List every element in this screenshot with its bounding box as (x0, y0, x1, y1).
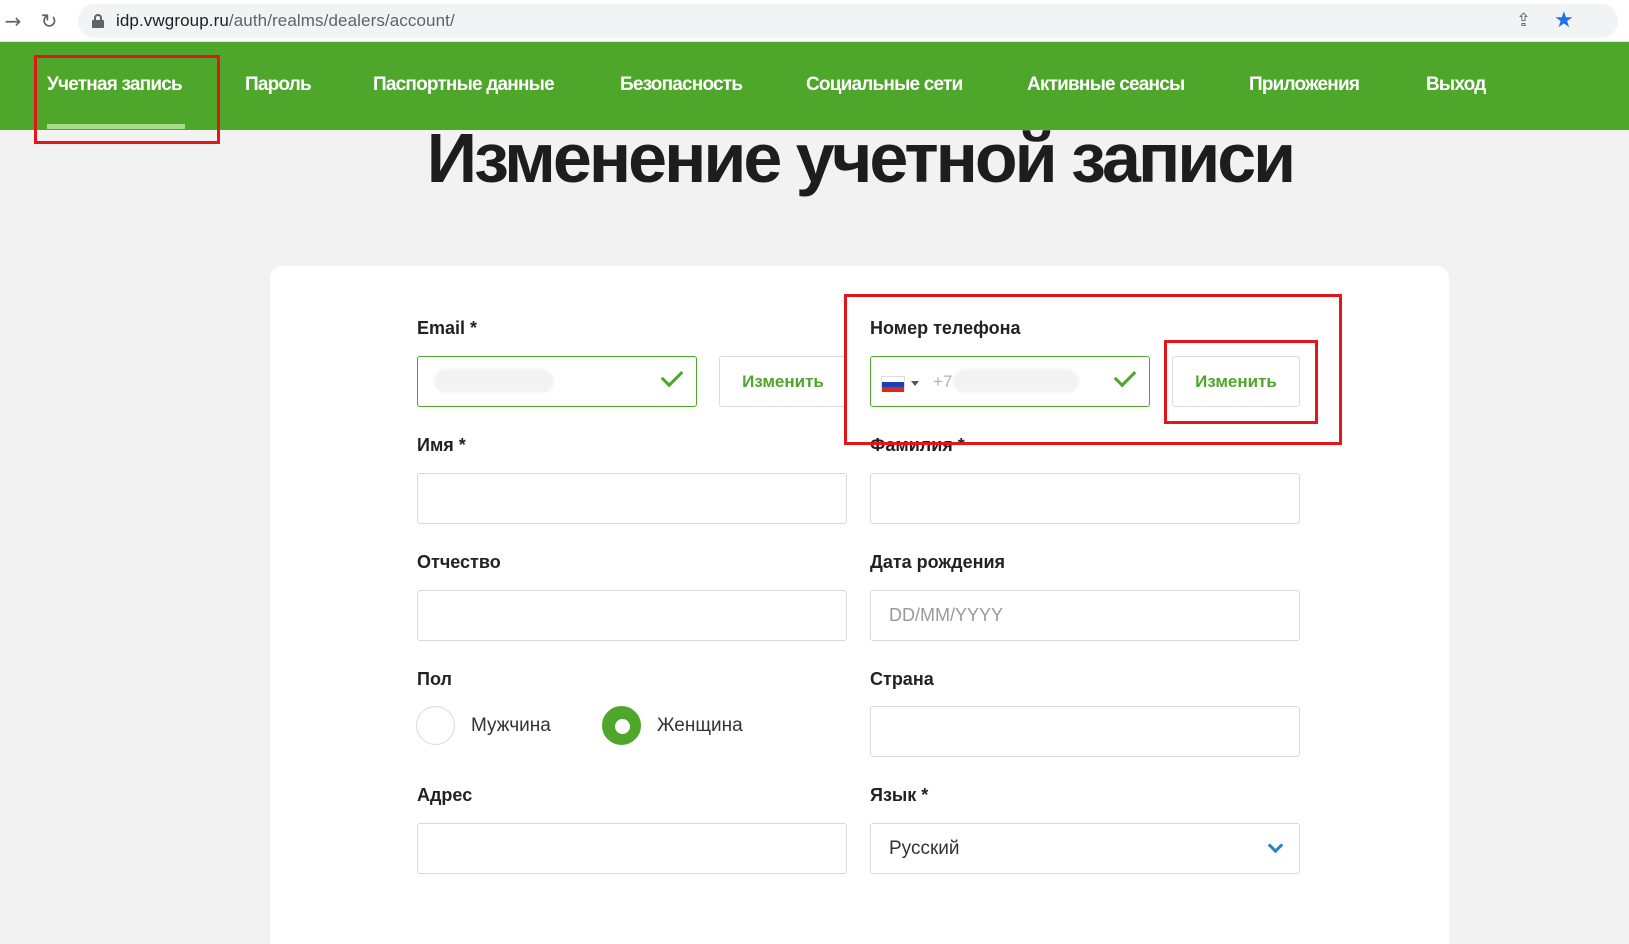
phone-label: Номер телефона (870, 318, 1021, 338)
url-text: idp.vwgroup.ru/auth/realms/dealers/accou… (116, 11, 455, 30)
birth-date-label: Дата рождения (870, 552, 1006, 572)
share-icon[interactable]: ⇪ (1516, 10, 1538, 32)
language-select[interactable]: Русский (870, 823, 1300, 874)
account-nav: Учетная запись Пароль Паспортные данные … (0, 42, 1629, 130)
address-field[interactable] (417, 823, 847, 874)
nav-social[interactable]: Социальные сети (806, 74, 963, 96)
nav-password[interactable]: Пароль (245, 74, 312, 96)
gender-label: Пол (417, 669, 452, 689)
phone-prefix: +7 (933, 372, 953, 391)
chevron-down-icon (1267, 837, 1284, 854)
caret-down-icon[interactable] (911, 381, 919, 386)
bookmark-star-icon[interactable]: ★ (1554, 8, 1574, 33)
nav-applications[interactable]: Приложения (1249, 74, 1360, 96)
nav-logout[interactable]: Выход (1426, 74, 1486, 96)
language-value: Русский (889, 838, 960, 859)
redacted-email (434, 369, 554, 393)
page-title: Изменение учетной записи (426, 119, 1296, 197)
email-change-button[interactable]: Изменить (719, 356, 847, 407)
phone-field[interactable]: +7 (870, 356, 1150, 407)
phone-change-button[interactable]: Изменить (1172, 356, 1300, 407)
gender-female-radio[interactable] (602, 706, 641, 745)
check-icon (1113, 364, 1137, 388)
nav-security[interactable]: Безопасность (620, 74, 743, 96)
first-name-field[interactable] (417, 473, 847, 524)
gender-female-label[interactable]: Женщина (657, 715, 743, 737)
middle-name-label: Отчество (417, 552, 501, 572)
forward-arrow-icon[interactable]: → (0, 8, 26, 34)
email-label: Email * (417, 318, 478, 338)
check-icon (660, 364, 684, 388)
email-field[interactable] (417, 356, 697, 407)
first-name-label: Имя * (417, 435, 466, 455)
birth-date-field[interactable] (870, 590, 1300, 641)
lock-icon (92, 14, 104, 28)
redacted-phone (953, 369, 1079, 393)
language-label: Язык * (870, 785, 929, 805)
gender-male-label[interactable]: Мужчина (471, 715, 551, 737)
address-label: Адрес (417, 785, 473, 805)
nav-account[interactable]: Учетная запись (47, 74, 183, 96)
reload-icon[interactable]: ↻ (36, 8, 62, 34)
address-bar[interactable]: idp.vwgroup.ru/auth/realms/dealers/accou… (78, 4, 1618, 38)
last-name-field[interactable] (870, 473, 1300, 524)
country-field[interactable] (870, 706, 1300, 757)
middle-name-field[interactable] (417, 590, 847, 641)
nav-sessions[interactable]: Активные сеансы (1027, 74, 1185, 96)
country-label: Страна (870, 669, 934, 689)
russia-flag-icon[interactable] (881, 376, 905, 392)
nav-passport[interactable]: Паспортные данные (373, 74, 555, 96)
last-name-label: Фамилия * (870, 435, 965, 455)
gender-male-radio[interactable] (416, 706, 455, 745)
browser-toolbar: → ↻ idp.vwgroup.ru/auth/realms/dealers/a… (0, 0, 1629, 42)
